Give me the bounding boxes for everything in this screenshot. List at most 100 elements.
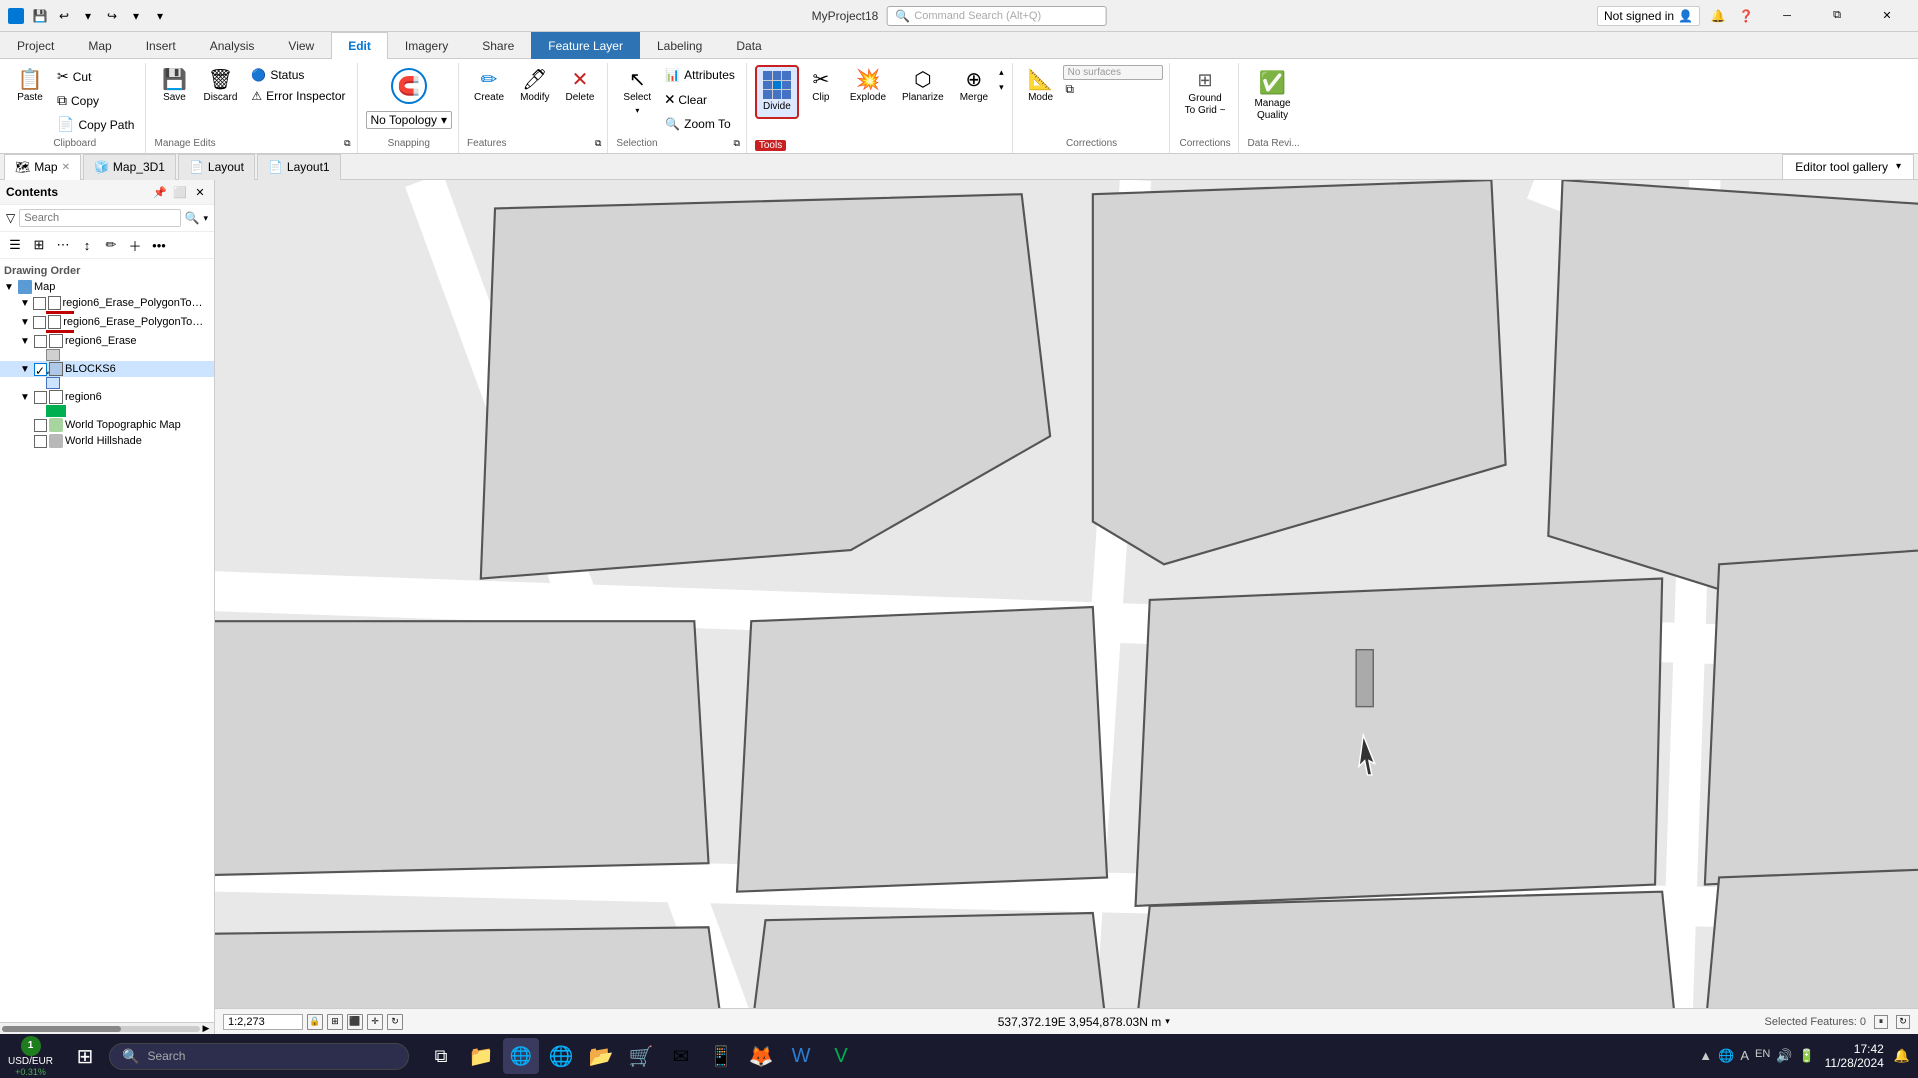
taskbar-app-phone[interactable]: 📱	[703, 1038, 739, 1074]
tray-expand-btn[interactable]: ▲	[1699, 1048, 1712, 1064]
world-hillshade-check[interactable]	[34, 435, 47, 448]
region6-erase-polygon-expand[interactable]: ▼	[20, 317, 31, 328]
blocks6-expand[interactable]: ▼	[20, 364, 32, 375]
scroll-right-btn[interactable]: ▶	[200, 1023, 212, 1035]
input-method-icon[interactable]: A	[1740, 1048, 1749, 1064]
snapping-btn[interactable]: 🧲	[384, 65, 434, 107]
close-panel-btn[interactable]: ✕	[192, 184, 208, 200]
tree-item-blocks6[interactable]: ▼ ✓ BLOCKS6	[0, 361, 214, 377]
pause-drawing-btn[interactable]: ⏸	[1874, 1015, 1888, 1029]
manage-quality-btn[interactable]: ✅ ManageQuality	[1247, 65, 1297, 127]
list-view-btn[interactable]: ☰	[4, 234, 26, 256]
taskbar-app-store[interactable]: 🛒	[623, 1038, 659, 1074]
explode-btn[interactable]: 💥 Explode	[843, 65, 893, 109]
blocks6-check[interactable]: ✓	[34, 363, 47, 376]
region6-erase-expand[interactable]: ▼	[20, 336, 32, 347]
battery-icon[interactable]: 🔋	[1798, 1048, 1814, 1064]
region6-expand[interactable]: ▼	[20, 392, 32, 403]
tab-analysis[interactable]: Analysis	[193, 32, 272, 59]
view-tab-map3d1[interactable]: 🧊 Map_3D1	[83, 154, 176, 180]
language-icon[interactable]: EN	[1755, 1048, 1770, 1064]
clock[interactable]: 17:42 11/28/2024	[1825, 1042, 1884, 1070]
region6-erase-polygon1-expand[interactable]: ▼	[20, 298, 31, 309]
taskbar-app-arcgis[interactable]: 🌐	[503, 1038, 539, 1074]
manage-edits-expand[interactable]: ⧉	[344, 138, 350, 149]
add-btn-contents[interactable]: ＋	[124, 234, 146, 256]
attributes-btn[interactable]: 📊 Attributes	[660, 65, 740, 85]
discard-btn[interactable]: 🗑 Discard	[196, 65, 244, 109]
tab-feature-layer[interactable]: Feature Layer	[531, 32, 640, 59]
world-topo-check[interactable]	[34, 419, 47, 432]
edit-btn-contents[interactable]: ✏	[100, 234, 122, 256]
delete-btn[interactable]: ✕ Delete	[559, 65, 602, 109]
ground-to-grid-btn[interactable]: ⊞ GroundTo Grid ~	[1178, 65, 1233, 122]
notification-center-btn[interactable]: 🔔	[1894, 1048, 1910, 1064]
taskbar-app-explorer[interactable]: 📂	[583, 1038, 619, 1074]
customize-qa-btn[interactable]: ▾	[150, 6, 170, 26]
tree-item-world-hillshade[interactable]: World Hillshade	[0, 433, 214, 449]
crosshair-btn[interactable]: ✛	[367, 1014, 383, 1030]
task-view-btn[interactable]: ⧉	[423, 1038, 459, 1074]
copy-btn[interactable]: ⧉ Copy	[52, 89, 139, 112]
tree-item-region6-erase[interactable]: ▼ region6_Erase	[0, 333, 214, 349]
coord-dropdown[interactable]: ▾	[1165, 1016, 1170, 1027]
copy-path-btn[interactable]: 📄 Copy Path	[52, 113, 139, 136]
tools-expand-up[interactable]: ▴	[997, 65, 1006, 80]
network-icon[interactable]: 🌐	[1718, 1048, 1734, 1064]
taskbar-app-veeam[interactable]: V	[823, 1038, 859, 1074]
taskbar-app-edge[interactable]: 🌐	[543, 1038, 579, 1074]
command-search-box[interactable]: 🔍 Command Search (Alt+Q)	[886, 6, 1106, 26]
grid-btn[interactable]: ⊞	[327, 1014, 343, 1030]
tab-view[interactable]: View	[271, 32, 331, 59]
tree-item-region6-erase-polygon[interactable]: ▼ region6_Erase_PolygonToCente	[0, 314, 214, 330]
map-expand[interactable]: ▼	[4, 282, 16, 293]
tree-item-world-topo[interactable]: World Topographic Map	[0, 417, 214, 433]
editor-tool-gallery[interactable]: Editor tool gallery ▾	[1782, 154, 1914, 180]
clip-btn[interactable]: ✂ Clip	[801, 65, 841, 109]
taskbar-search[interactable]: 🔍 Search	[109, 1043, 409, 1070]
elevation-expand-btn[interactable]: ⧉	[1063, 82, 1077, 96]
region6-erase-polygon-check[interactable]	[33, 316, 46, 329]
start-btn[interactable]: ⊞	[67, 1038, 103, 1074]
maximize-panel-btn[interactable]: ⬜	[172, 184, 188, 200]
taskbar-app-firefox[interactable]: 🦊	[743, 1038, 779, 1074]
paste-btn[interactable]: 📋 Paste	[10, 65, 50, 109]
taskbar-app-word[interactable]: W	[783, 1038, 819, 1074]
volume-icon[interactable]: 🔊	[1776, 1048, 1792, 1064]
help-btn[interactable]: ❓	[1736, 6, 1756, 26]
region6-erase-check[interactable]	[34, 335, 47, 348]
zoom-to-btn[interactable]: 🔍 Zoom To	[660, 114, 740, 134]
divide-btn[interactable]: Divide	[755, 65, 799, 119]
tab-project[interactable]: Project	[0, 32, 71, 59]
tab-edit[interactable]: Edit	[331, 32, 388, 59]
region6-erase-polygon1-check[interactable]	[33, 297, 46, 310]
tree-item-map[interactable]: ▼ Map	[0, 279, 214, 295]
redo-dropdown-btn[interactable]: ▾	[126, 6, 146, 26]
not-signed-in[interactable]: Not signed in 👤	[1597, 6, 1700, 26]
scale-input[interactable]	[223, 1014, 303, 1030]
planarize-btn[interactable]: ⬡ Planarize	[895, 65, 951, 109]
map-canvas[interactable]: 🔒 ⊞ ⬛ ✛ ↻ 537,372.19E 3,954,878.03N m ▾ …	[215, 180, 1918, 1034]
view-tab-layout[interactable]: 📄 Layout	[178, 154, 255, 180]
save-qa-btn[interactable]: 💾	[30, 6, 50, 26]
more-options-btn[interactable]: •••	[148, 234, 170, 256]
status-btn[interactable]: 🔵 Status	[246, 65, 350, 85]
modify-btn[interactable]: 🖊 Modify	[513, 65, 556, 109]
features-expand[interactable]: ⧉	[595, 138, 601, 149]
tab-share[interactable]: Share	[465, 32, 531, 59]
draw-order-btn[interactable]: ↕	[76, 234, 98, 256]
rotate-btn[interactable]: ↻	[387, 1014, 403, 1030]
create-btn[interactable]: ✏ Create	[467, 65, 511, 109]
cut-btn[interactable]: ✂ Cut	[52, 65, 139, 88]
tree-item-region6-erase-polygon1[interactable]: ▼ region6_Erase_PolygonToCente1	[0, 295, 214, 311]
refresh-btn[interactable]: ↻	[1896, 1015, 1910, 1029]
undo-btn[interactable]: ↩	[54, 6, 74, 26]
tools-expand-down[interactable]: ▾	[997, 80, 1006, 95]
tab-map[interactable]: Map	[71, 32, 128, 59]
taskbar-app-mail[interactable]: ✉	[663, 1038, 699, 1074]
minimize-btn[interactable]: ─	[1764, 0, 1810, 32]
catalog-view-btn[interactable]: ⊞	[28, 234, 50, 256]
error-inspector-btn[interactable]: ⚠ Error Inspector	[246, 86, 350, 106]
tab-imagery[interactable]: Imagery	[388, 32, 465, 59]
contents-search-input[interactable]	[19, 209, 180, 227]
